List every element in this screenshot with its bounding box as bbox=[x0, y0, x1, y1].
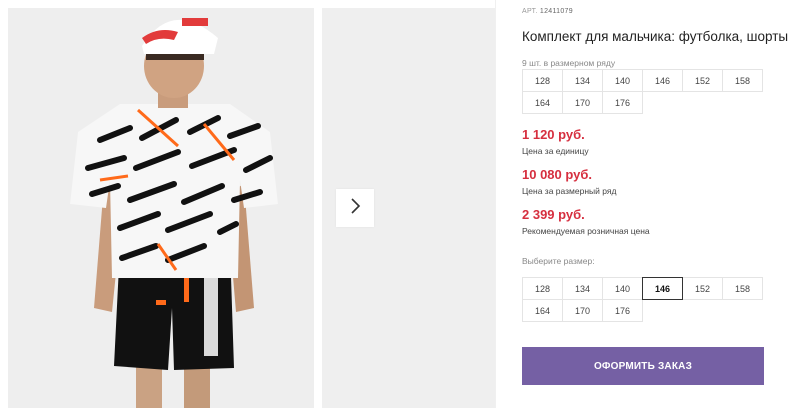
size-selector: 128 134 140 146 152 158 164 170 176 bbox=[522, 277, 768, 322]
product-title: Комплект для мальчика: футболка, шорты bbox=[522, 29, 789, 44]
size-option[interactable]: 158 bbox=[722, 277, 763, 300]
size-option[interactable]: 134 bbox=[562, 277, 603, 300]
pack-size-grid: 128 134 140 146 152 158 164 170 176 bbox=[522, 69, 768, 114]
pack-size-cell: 128 bbox=[522, 69, 563, 92]
pack-price-label: Цена за размерный ряд bbox=[522, 186, 617, 196]
product-photo bbox=[8, 8, 314, 408]
retail-price: 2 399 руб. bbox=[522, 207, 585, 222]
pack-size-cell: 176 bbox=[602, 91, 643, 114]
pack-size-cell: 140 bbox=[602, 69, 643, 92]
pack-size-cell: 158 bbox=[722, 69, 763, 92]
unit-price: 1 120 руб. bbox=[522, 127, 585, 142]
size-selector-label: Выберите размер: bbox=[522, 256, 595, 266]
pack-price: 10 080 руб. bbox=[522, 167, 593, 182]
place-order-button[interactable]: ОФОРМИТЬ ЗАКАЗ bbox=[522, 347, 764, 385]
product-info-panel: АРТ. 12411079 Комплект для мальчика: фут… bbox=[522, 0, 792, 408]
pack-size-cell: 146 bbox=[642, 69, 683, 92]
size-option[interactable]: 170 bbox=[562, 299, 603, 322]
pack-size-cell: 152 bbox=[682, 69, 723, 92]
retail-price-label: Рекомендуемая розничная цена bbox=[522, 226, 650, 236]
pack-size-note: 9 шт. в размерном ряду bbox=[522, 58, 616, 68]
gallery-divider bbox=[495, 0, 496, 408]
size-option[interactable]: 164 bbox=[522, 299, 563, 322]
size-option[interactable]: 176 bbox=[602, 299, 643, 322]
size-option[interactable]: 152 bbox=[682, 277, 723, 300]
size-option[interactable]: 128 bbox=[522, 277, 563, 300]
product-gallery bbox=[0, 0, 495, 408]
pack-size-cell: 164 bbox=[522, 91, 563, 114]
pack-size-cell: 170 bbox=[562, 91, 603, 114]
size-option-selected[interactable]: 146 bbox=[642, 277, 683, 300]
article-code: 12411079 bbox=[539, 8, 573, 15]
gallery-next-button[interactable] bbox=[336, 189, 374, 227]
product-photo-image bbox=[8, 8, 314, 408]
size-option[interactable]: 140 bbox=[602, 277, 643, 300]
chevron-right-icon bbox=[349, 197, 361, 219]
article-label: АРТ. bbox=[522, 8, 538, 15]
unit-price-label: Цена за единицу bbox=[522, 146, 589, 156]
article-number: АРТ. 12411079 bbox=[522, 8, 573, 15]
pack-size-cell: 134 bbox=[562, 69, 603, 92]
